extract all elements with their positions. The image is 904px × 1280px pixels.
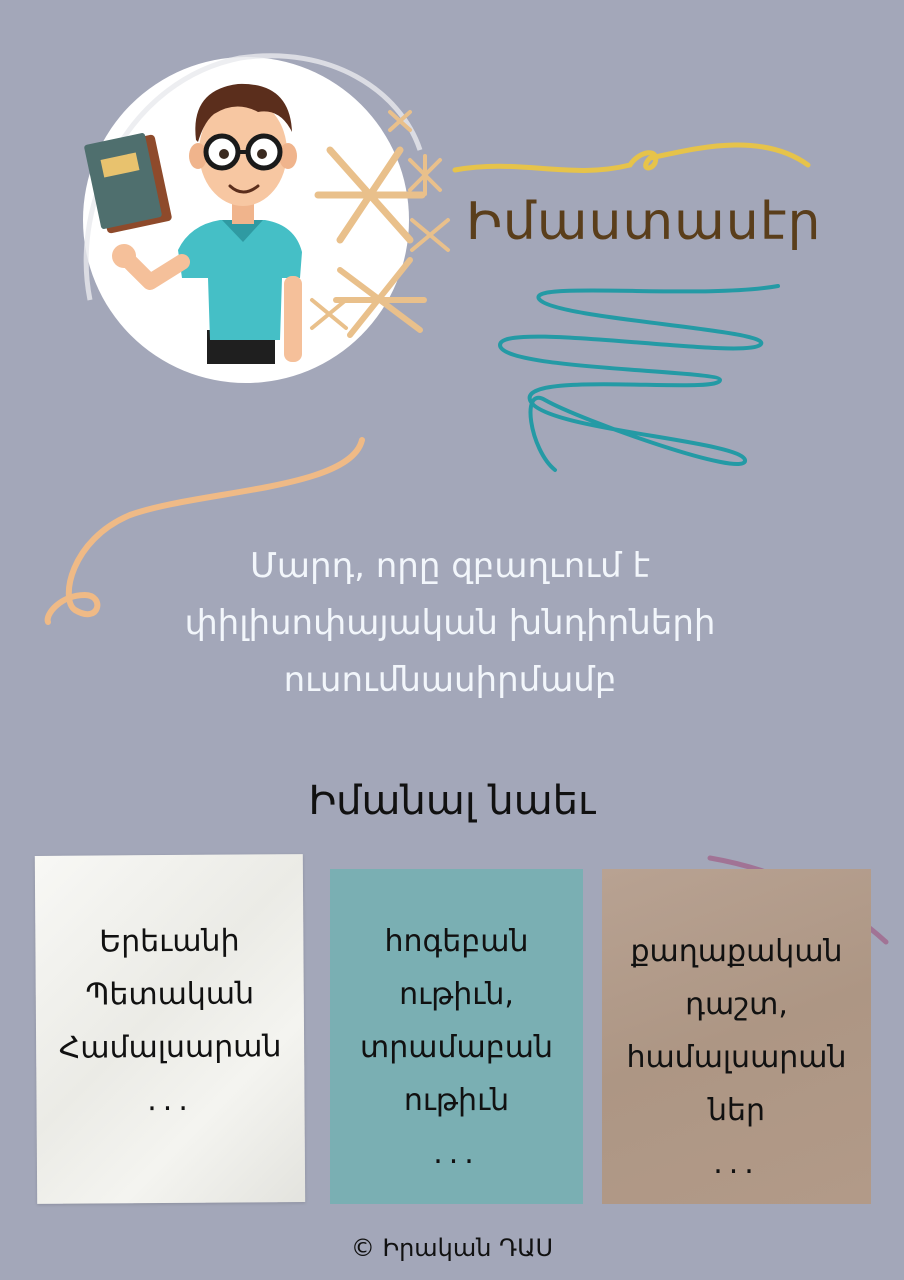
card-line: ութիւն,	[399, 977, 514, 1012]
card-line: տրամաբան	[360, 1030, 553, 1065]
card-line: ներ	[707, 1093, 766, 1128]
card-line: դաշտ,	[685, 987, 788, 1022]
card-ellipsis: ...	[147, 1082, 194, 1119]
definition-text: Մարդ, որը զբաղւում է փիլիսոփայական խնդիր…	[90, 538, 810, 709]
see-also-card-university: Երեւանի Պետական Համալսարան ...	[34, 854, 306, 1204]
definition-line: փիլիսոփայական խնդիրների	[184, 603, 716, 643]
card-line: ութիւն	[403, 1083, 510, 1118]
card-ellipsis: ...	[713, 1146, 760, 1181]
see-also-card-politics: քաղաքական դաշտ, համալսարան ներ ...	[602, 869, 871, 1204]
card-line: քաղաքական	[630, 934, 843, 969]
see-also-card-psychology: հոգեբան ութիւն, տրամաբան ութիւն ...	[330, 869, 583, 1204]
card-line: Պետական	[85, 976, 255, 1013]
page-title: Իմաստասէր	[466, 192, 822, 252]
card-line: Երեւանի	[99, 923, 240, 960]
squiggle-decoration	[452, 142, 811, 173]
card-line: հոգեբան	[384, 924, 529, 959]
card-ellipsis: ...	[433, 1136, 480, 1171]
see-also-heading: Իմանալ նաեւ	[308, 778, 596, 824]
squiggle-decoration	[497, 284, 780, 472]
definition-line: Մարդ, որը զբաղւում է	[250, 546, 650, 586]
card-line: համալսարան	[626, 1040, 847, 1075]
copyright-credit: © Իրական ԴԱՍ	[350, 1234, 554, 1262]
definition-line: ուսումնասիրմամբ	[283, 660, 617, 700]
card-line: Համալսարան	[58, 1029, 282, 1066]
